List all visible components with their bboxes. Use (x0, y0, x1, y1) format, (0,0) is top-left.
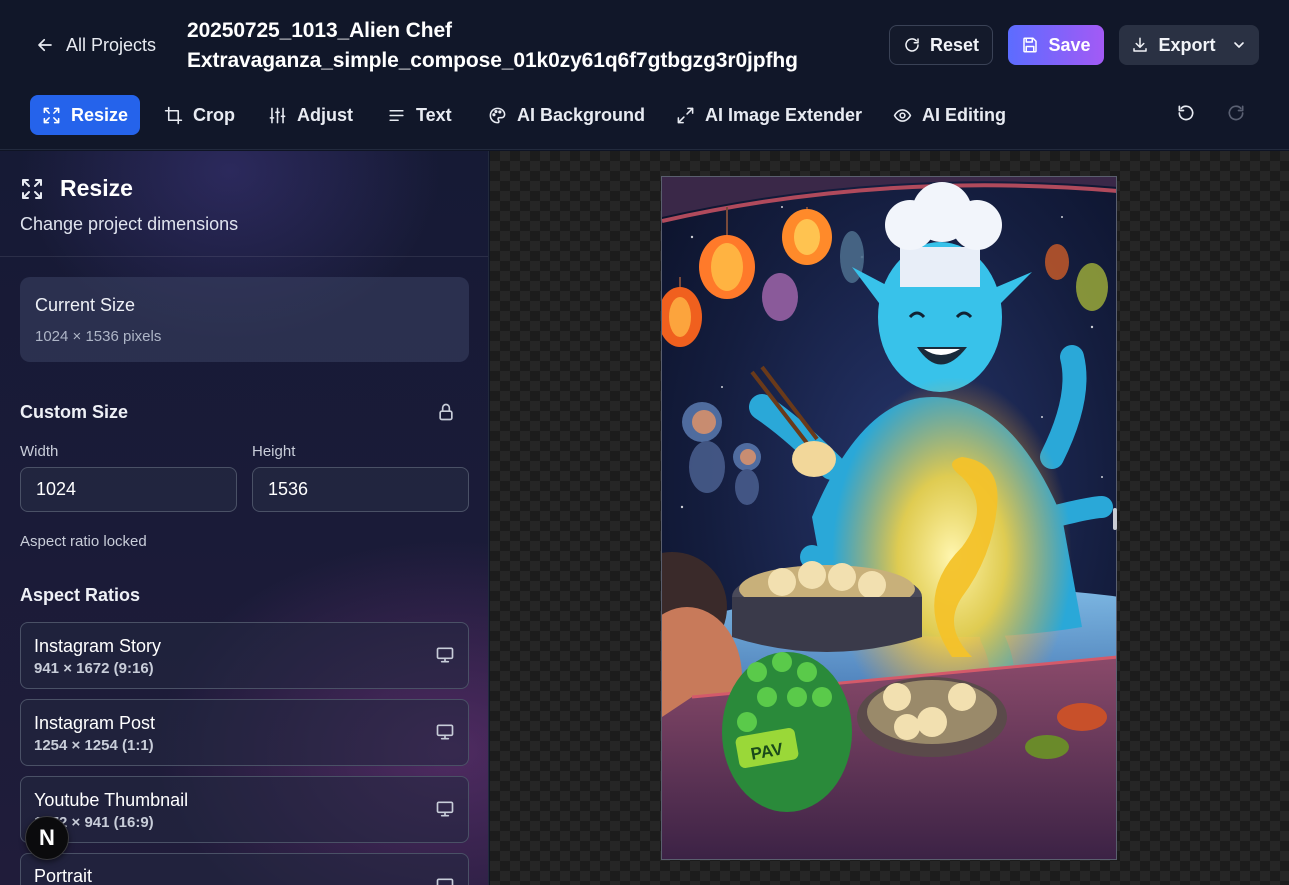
current-size-label: Current Size (35, 295, 136, 315)
aspect-ratio-instagram-story[interactable]: Instagram Story 941 × 1672 (9:16) (20, 622, 469, 689)
export-button[interactable]: Export (1119, 25, 1259, 65)
aspect-lock-note: Aspect ratio locked (20, 533, 147, 550)
monitor-icon (436, 801, 454, 817)
save-label: Save (1048, 34, 1091, 55)
tool-text[interactable]: Text (375, 95, 464, 135)
panel-title: Resize (60, 175, 133, 201)
diagonal-arrows-icon (677, 107, 694, 123)
top-header: All Projects 20250725_1013_Alien Chef Ex… (0, 0, 1289, 150)
aspect-ratio-portrait[interactable]: Portrait (20, 853, 469, 885)
crop-icon (164, 106, 183, 124)
ratio-name: Instagram Post (34, 713, 156, 733)
tool-label: Text (416, 104, 452, 125)
reset-icon (905, 38, 919, 52)
tool-label: AI Image Extender (705, 104, 863, 125)
tool-ai-editing[interactable]: AI Editing (881, 95, 1018, 135)
monitor-icon (436, 647, 454, 663)
tool-label: AI Editing (922, 104, 1006, 125)
download-icon (1133, 37, 1148, 52)
lock-icon[interactable] (436, 402, 456, 422)
palette-icon (489, 107, 506, 123)
badge-letter: N (39, 825, 55, 850)
expand-icon (43, 107, 60, 123)
dumpling-plate (857, 677, 1007, 757)
tool-ai-image-extender[interactable]: AI Image Extender (664, 95, 874, 135)
reset-label: Reset (929, 34, 980, 55)
aspect-ratios-title: Aspect Ratios (20, 585, 141, 605)
green-creature: PAV (722, 652, 852, 812)
aspect-ratio-instagram-post[interactable]: Instagram Post 1254 × 1254 (1:1) (20, 699, 469, 766)
panel-subtitle: Change project dimensions (20, 214, 239, 234)
sliders-icon (269, 107, 286, 123)
back-to-projects-button[interactable]: All Projects (36, 30, 156, 60)
project-title-line-1: 20250725_1013_Alien Chef (187, 19, 452, 42)
tool-label: Adjust (297, 104, 353, 125)
tool-ai-background[interactable]: AI Background (476, 95, 657, 135)
project-title: 20250725_1013_Alien Chef Extravaganza_si… (187, 16, 827, 76)
width-input[interactable] (20, 467, 237, 512)
current-size-value: 1024 × 1536 pixels (35, 328, 162, 345)
height-input[interactable] (252, 467, 469, 512)
ratio-name: Youtube Thumbnail (34, 790, 189, 810)
panel-divider (0, 256, 488, 257)
current-size-card: Current Size 1024 × 1536 pixels (20, 277, 469, 362)
ratio-dims: 941 × 1672 (9:16) (34, 660, 154, 677)
width-label: Width (20, 443, 59, 460)
arrow-left-icon (38, 38, 52, 52)
aspect-ratio-youtube-thumbnail[interactable]: Youtube Thumbnail 1672 × 941 (16:9) (20, 776, 469, 843)
ratio-name: Portrait (34, 866, 93, 885)
tool-label: AI Background (517, 104, 646, 125)
redo-button[interactable] (1226, 103, 1248, 127)
tool-crop[interactable]: Crop (152, 95, 247, 135)
save-button[interactable]: Save (1008, 25, 1104, 65)
reset-button[interactable]: Reset (889, 25, 993, 65)
chevron-down-icon (1233, 42, 1244, 48)
monitor-icon (436, 878, 454, 885)
resize-panel: Resize Change project dimensions Current… (0, 151, 489, 885)
tool-label: Resize (71, 104, 129, 125)
text-lines-icon (389, 109, 404, 121)
alien-chef-artwork: PAV (662, 177, 1116, 859)
nextjs-dev-badge[interactable]: N (25, 816, 69, 860)
project-image[interactable]: PAV (661, 176, 1117, 860)
custom-size-title: Custom Size (20, 402, 129, 422)
tool-label: Crop (193, 104, 235, 125)
back-label: All Projects (66, 34, 157, 55)
project-title-line-2: Extravaganza_simple_compose_01k0zy61q6f7… (187, 49, 798, 72)
dumpling-pot (732, 561, 922, 652)
eye-icon (893, 108, 912, 122)
redo-icon (1228, 105, 1244, 121)
undo-button[interactable] (1176, 103, 1198, 127)
sauce-bowl (1057, 703, 1107, 731)
sauce-bowl (1025, 735, 1069, 759)
tool-resize[interactable]: Resize (30, 95, 140, 135)
expand-icon (22, 179, 42, 199)
monitor-icon (436, 724, 454, 740)
tool-adjust[interactable]: Adjust (256, 95, 365, 135)
ratio-dims: 1254 × 1254 (1:1) (34, 737, 154, 754)
height-label: Height (252, 443, 296, 460)
ratio-name: Instagram Story (34, 636, 162, 656)
save-icon (1023, 37, 1038, 53)
export-label: Export (1158, 34, 1216, 55)
undo-icon (1178, 105, 1194, 121)
image-resize-handle[interactable] (1113, 508, 1117, 530)
